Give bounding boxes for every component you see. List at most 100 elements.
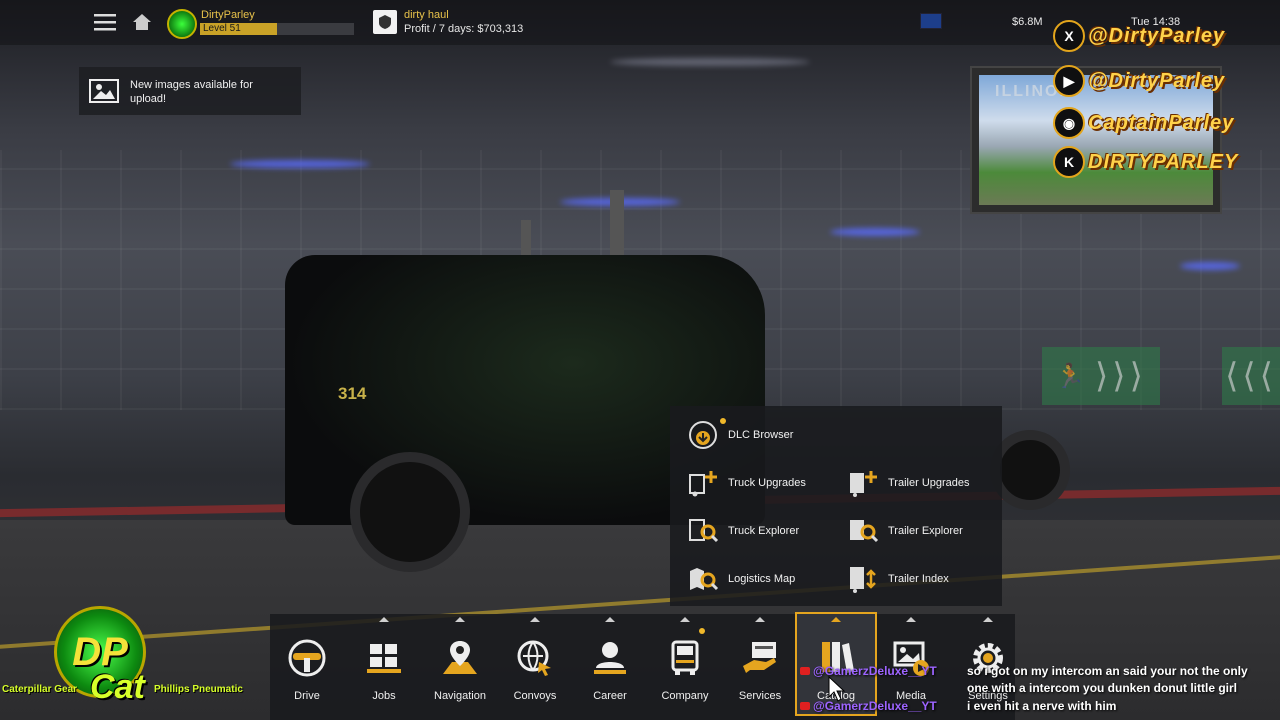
social-handle: @DirtyParley <box>1088 24 1226 47</box>
nav-services[interactable]: Services <box>722 614 798 714</box>
social-handle: CaptainParley <box>1088 111 1235 134</box>
nav-company[interactable]: Company <box>647 614 723 714</box>
exit-arrows: ⟨⟨⟨ <box>1225 357 1277 395</box>
company-logo[interactable] <box>373 10 397 34</box>
social-handle: DIRTYPARLEY <box>1088 150 1239 173</box>
image-icon <box>89 79 119 103</box>
caret-up-icon <box>455 617 465 622</box>
company-profit: Profit / 7 days: $703,313 <box>404 23 524 35</box>
youtube-icon <box>800 702 810 710</box>
social-kick: K DIRTYPARLEY <box>1053 146 1238 178</box>
trailer-wheel <box>990 430 1070 510</box>
hamburger-icon[interactable] <box>92 11 118 33</box>
trailer-index-icon <box>846 562 880 596</box>
social-handle: @DirtyParley <box>1088 69 1226 92</box>
running-man-icon: 🏃 <box>1055 362 1090 390</box>
menu-item-label: Trailer Explorer <box>888 525 963 537</box>
trailer-upgrade-icon <box>846 466 880 500</box>
nav-label: Company <box>661 690 709 702</box>
truck-number: 314 <box>338 384 367 403</box>
social-x: X @DirtyParley <box>1053 20 1225 52</box>
menu-item-label: DLC Browser <box>728 429 794 441</box>
menu-item-logistics-map[interactable]: Logistics Map <box>686 562 795 596</box>
username[interactable]: DirtyParley <box>201 9 255 21</box>
nav-label: Services <box>738 690 782 702</box>
chat-message: i even hit a nerve with him <box>967 699 1117 713</box>
discord-icon: ◉ <box>1053 107 1085 139</box>
trailer-search-icon <box>846 514 880 548</box>
level-label: Level 51 <box>203 23 241 34</box>
truck-wheel <box>350 452 470 572</box>
person-icon <box>588 636 632 680</box>
exit-arrows: ⟩⟩⟩ <box>1095 357 1147 395</box>
caret-up-icon <box>530 617 540 622</box>
map-pin-icon <box>438 636 482 680</box>
nav-label: Navigation <box>434 690 486 702</box>
caret-up-icon <box>379 617 389 622</box>
youtube-icon <box>800 667 810 675</box>
social-discord: ◉ CaptainParley <box>1053 107 1234 139</box>
avatar[interactable] <box>167 9 197 39</box>
social-youtube: ▶ @DirtyParley <box>1053 65 1225 97</box>
steering-wheel-icon <box>285 636 329 680</box>
caret-up-icon <box>983 617 993 622</box>
caret-up-icon <box>906 617 916 622</box>
caret-up-icon <box>831 617 841 622</box>
flag-icon <box>920 13 942 29</box>
home-icon[interactable] <box>131 12 153 32</box>
chat-username: @GamerzDeluxe__YT <box>813 699 937 713</box>
new-badge <box>720 418 726 424</box>
menu-item-label: Trailer Upgrades <box>888 477 970 489</box>
caret-up-icon <box>680 617 690 622</box>
menu-item-trailer-explorer[interactable]: Trailer Explorer <box>846 514 963 548</box>
menu-item-label: Truck Explorer <box>728 525 800 537</box>
tunnel-light <box>830 228 920 236</box>
caret-up-icon <box>605 617 615 622</box>
nav-label: Drive <box>294 690 320 702</box>
globe-icon <box>513 636 557 680</box>
menu-item-truck-explorer[interactable]: Truck Explorer <box>686 514 799 548</box>
new-badge <box>699 628 705 634</box>
youtube-icon: ▶ <box>1053 65 1085 97</box>
chat-message: one with a intercom you dunken donut lit… <box>967 681 1238 695</box>
nav-career[interactable]: Career <box>572 614 648 714</box>
branding-right-text: Phillips Pneumatic <box>154 684 243 695</box>
download-icon <box>686 418 720 452</box>
x-icon: X <box>1053 20 1085 52</box>
menu-item-dlc-browser[interactable]: DLC Browser <box>686 418 793 452</box>
exit-sign: ⟨⟨⟨ <box>1222 347 1280 405</box>
caret-up-icon <box>755 617 765 622</box>
truck-search-icon <box>686 514 720 548</box>
services-icon <box>738 636 782 680</box>
notification-toast[interactable]: New images available for upload! <box>79 67 301 115</box>
nav-convoys[interactable]: Convoys <box>497 614 573 714</box>
money-balance: $6.8M <box>1012 16 1043 28</box>
nav-label: Jobs <box>372 690 396 702</box>
tunnel-light <box>1180 262 1240 270</box>
menu-item-trailer-index[interactable]: Trailer Index <box>846 562 949 596</box>
truck-front-icon <box>663 636 707 680</box>
tunnel-light <box>610 58 810 66</box>
jobs-icon <box>362 636 406 680</box>
notification-text: New images available for upload! <box>130 79 253 105</box>
map-search-icon <box>686 562 720 596</box>
kick-icon: K <box>1053 146 1085 178</box>
menu-item-label: Trailer Index <box>888 573 949 585</box>
branding-banner: Cat <box>90 668 145 706</box>
tunnel-light <box>230 160 370 168</box>
menu-item-label: Logistics Map <box>728 573 796 585</box>
branding-left-text: Caterpillar Gear <box>2 684 78 695</box>
nav-navigation[interactable]: Navigation <box>422 614 498 714</box>
nav-drive[interactable]: Drive <box>269 614 345 714</box>
nav-label: Convoys <box>513 690 557 702</box>
menu-item-trailer-upgrades[interactable]: Trailer Upgrades <box>846 466 970 500</box>
chat-username: @GamerzDeluxe__YT <box>813 664 937 678</box>
menu-item-label: Truck Upgrades <box>728 477 806 489</box>
truck-upgrade-icon <box>686 466 720 500</box>
nav-jobs[interactable]: Jobs <box>346 614 422 714</box>
nav-label: Career <box>593 690 627 702</box>
chat-message: so i got on my intercom an said your not… <box>967 664 1248 678</box>
menu-item-truck-upgrades[interactable]: Truck Upgrades <box>686 466 806 500</box>
exit-sign: 🏃 ⟩⟩⟩ <box>1042 347 1160 405</box>
company-name[interactable]: dirty haul <box>404 9 449 21</box>
